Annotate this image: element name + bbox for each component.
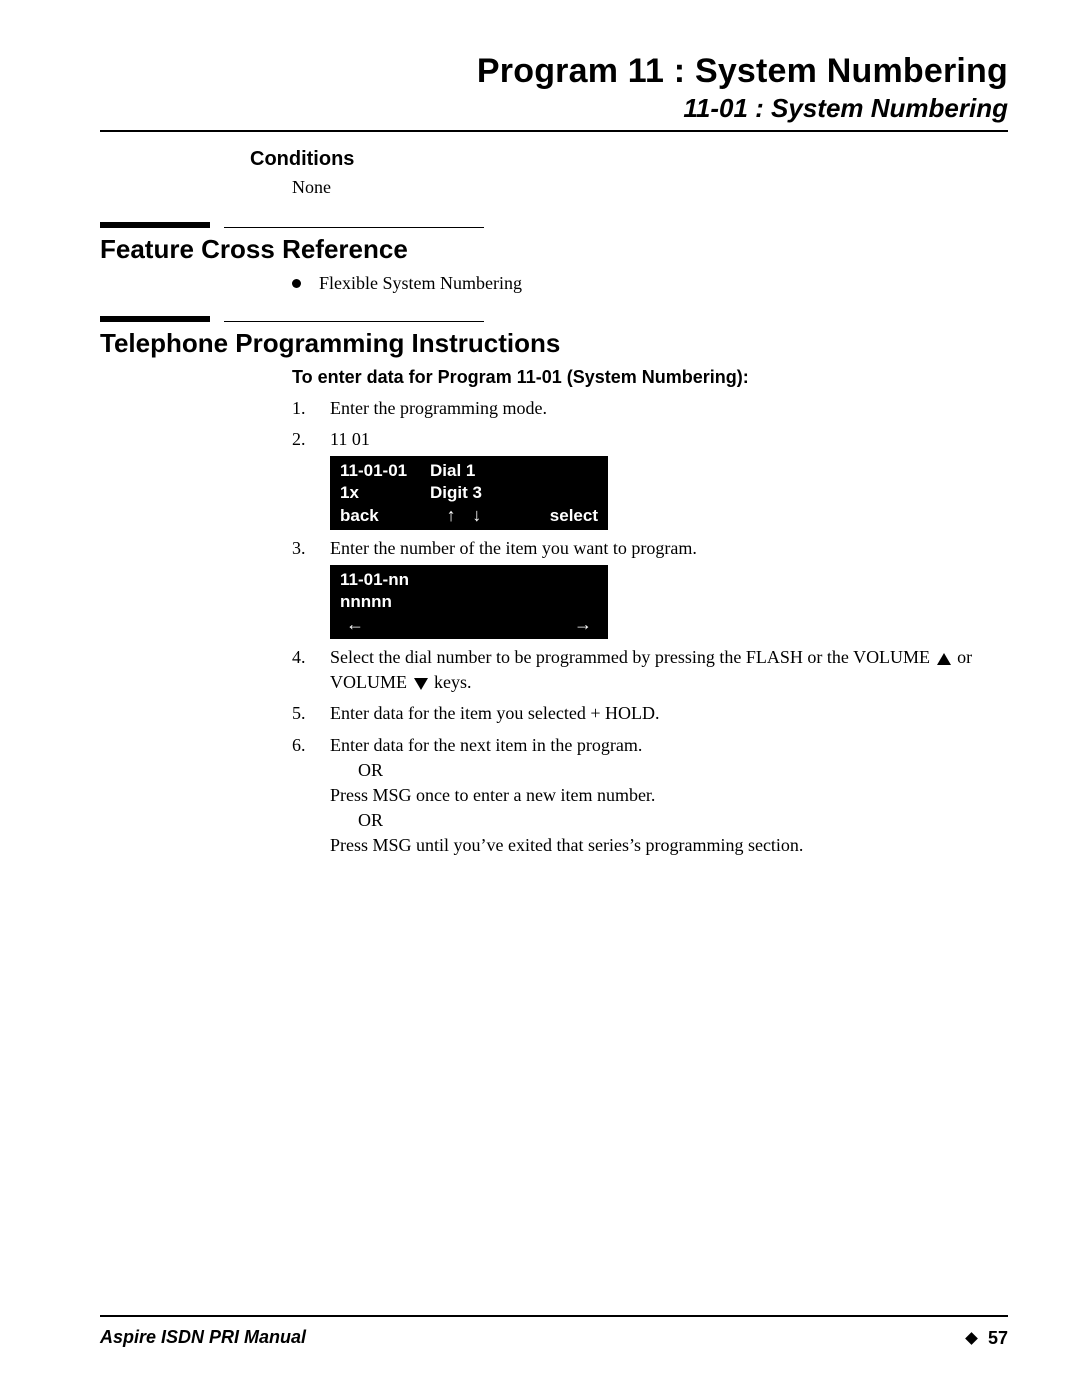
lcd1-r2c1: 1x bbox=[340, 482, 430, 503]
lcd2-r2: nnnnn bbox=[340, 591, 598, 612]
step-text-a: Enter data for the next item in the prog… bbox=[330, 735, 642, 755]
step-text: Enter data for the item you selected + H… bbox=[330, 703, 660, 723]
arrow-down-icon: ↓ bbox=[472, 506, 481, 524]
heading-bar-thin bbox=[224, 321, 484, 322]
conditions-value: None bbox=[292, 177, 1008, 198]
diamond-icon bbox=[965, 1332, 978, 1345]
section-feature-cross-reference: Feature Cross Reference Flexible System … bbox=[100, 220, 1008, 294]
step-or-1: OR bbox=[358, 758, 1008, 783]
page-title: Program 11 : System Numbering bbox=[100, 52, 1008, 91]
volume-down-icon bbox=[414, 678, 428, 690]
header-rule bbox=[100, 130, 1008, 132]
step-3: Enter the number of the item you want to… bbox=[292, 536, 1008, 639]
footer-page-number: 57 bbox=[988, 1328, 1008, 1349]
arrow-up-icon: ↑ bbox=[447, 506, 456, 524]
conditions-heading: Conditions bbox=[250, 148, 1008, 171]
feature-xref-heading: Feature Cross Reference bbox=[100, 234, 1008, 265]
step-text-a: Select the dial number to be programmed … bbox=[330, 647, 935, 667]
lcd-display-1: 11-01-01 Dial 1 1x Digit 3 back ↑ ↓ sele… bbox=[330, 456, 608, 530]
instructions-heading: Telephone Programming Instructions bbox=[100, 328, 1008, 359]
step-text: Enter the number of the item you want to… bbox=[330, 538, 697, 558]
step-4: Select the dial number to be programmed … bbox=[292, 645, 1008, 695]
step-text: Enter the programming mode. bbox=[330, 398, 547, 418]
page-subtitle: 11-01 : System Numbering bbox=[100, 93, 1008, 124]
step-2: 11 01 11-01-01 Dial 1 1x Digit 3 back ↑ bbox=[292, 427, 1008, 530]
feature-xref-item: Flexible System Numbering bbox=[292, 273, 1008, 294]
lcd1-softkey-back: back bbox=[340, 505, 400, 526]
lcd1-softkey-select: select bbox=[528, 505, 598, 526]
arrow-right-icon: → bbox=[574, 615, 592, 633]
lcd1-r2c2: Digit 3 bbox=[430, 482, 598, 503]
step-1: Enter the programming mode. bbox=[292, 396, 1008, 421]
heading-bar-thick bbox=[100, 222, 210, 228]
arrow-left-icon: ← bbox=[346, 615, 364, 633]
step-text: 11 01 bbox=[330, 429, 370, 449]
volume-up-icon bbox=[937, 653, 951, 665]
heading-bar-thin bbox=[224, 227, 484, 228]
step-text-b: Press MSG once to enter a new item numbe… bbox=[330, 785, 655, 805]
lcd1-r1c1: 11-01-01 bbox=[340, 460, 430, 481]
instructions-lead: To enter data for Program 11-01 (System … bbox=[292, 367, 1008, 388]
lcd-display-2: 11-01-nn nnnnn ← → bbox=[330, 565, 608, 639]
step-or-2: OR bbox=[358, 808, 1008, 833]
heading-bar-thick bbox=[100, 316, 210, 322]
step-text-c: keys. bbox=[430, 672, 472, 692]
footer-manual-name: Aspire ISDN PRI Manual bbox=[100, 1327, 306, 1348]
step-text-c: Press MSG until you’ve exited that serie… bbox=[330, 835, 803, 855]
footer-rule bbox=[100, 1315, 1008, 1317]
page-footer: Aspire ISDN PRI Manual 57 bbox=[100, 1315, 1008, 1349]
step-6: Enter data for the next item in the prog… bbox=[292, 733, 1008, 859]
step-5: Enter data for the item you selected + H… bbox=[292, 701, 1008, 726]
lcd1-r1c2: Dial 1 bbox=[430, 460, 598, 481]
lcd2-r1: 11-01-nn bbox=[340, 569, 598, 590]
section-programming-instructions: Telephone Programming Instructions To en… bbox=[100, 314, 1008, 859]
